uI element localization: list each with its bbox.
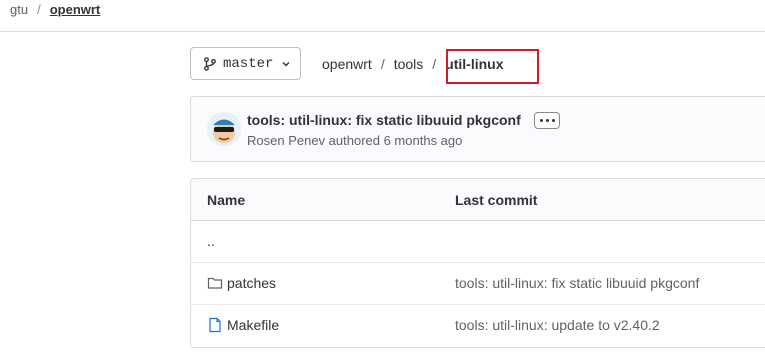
last-commit-panel: tools: util-linux: fix static libuuid pk… (190, 96, 765, 162)
folder-link-patches[interactable]: patches (207, 275, 276, 291)
table-row[interactable]: .. (191, 221, 765, 263)
path-dir-link[interactable]: tools (394, 56, 424, 72)
breadcrumb-project[interactable]: openwrt (50, 2, 101, 17)
commit-meta: Rosen Penev authored 6 months ago (247, 133, 463, 148)
row-name: .. (207, 233, 215, 249)
file-link-makefile[interactable]: Makefile (207, 317, 279, 333)
row-commit-message[interactable]: tools: util-linux: update to v2.40.2 (455, 317, 660, 333)
branch-icon (204, 56, 216, 71)
toggle-commit-description-button[interactable] (534, 112, 560, 129)
table-row[interactable]: patches tools: util-linux: fix static li… (191, 263, 765, 305)
row-commit-message[interactable]: tools: util-linux: fix static libuuid pk… (455, 275, 699, 291)
ellipsis-icon (539, 119, 543, 122)
commit-title[interactable]: tools: util-linux: fix static libuuid pk… (247, 112, 521, 128)
table-header: Name Last commit (191, 179, 765, 221)
column-header-name: Name (207, 192, 246, 208)
folder-icon (207, 277, 223, 289)
path-separator: / (432, 56, 437, 72)
branch-label: master (223, 55, 274, 72)
file-table: Name Last commit .. patches tools: util-… (190, 178, 765, 348)
row-name: patches (227, 275, 277, 291)
breadcrumb-separator: / (37, 2, 41, 17)
breadcrumb: gtu / openwrt (10, 2, 100, 17)
row-name: Makefile (227, 317, 280, 333)
avatar[interactable] (207, 112, 241, 146)
top-bar: gtu / openwrt (0, 0, 765, 32)
path-root-link[interactable]: openwrt (322, 56, 372, 72)
branch-selector-button[interactable]: master (190, 47, 301, 80)
chevron-down-icon (282, 61, 290, 67)
table-row[interactable]: Makefile tools: util-linux: update to v2… (191, 305, 765, 347)
file-icon (209, 317, 221, 333)
highlight-annotation (446, 49, 539, 84)
path-separator: / (380, 56, 385, 72)
parent-directory-link[interactable]: .. (207, 233, 215, 249)
avatar-image (207, 112, 241, 146)
column-header-last-commit: Last commit (455, 192, 538, 208)
breadcrumb-group[interactable]: gtu (10, 2, 28, 17)
